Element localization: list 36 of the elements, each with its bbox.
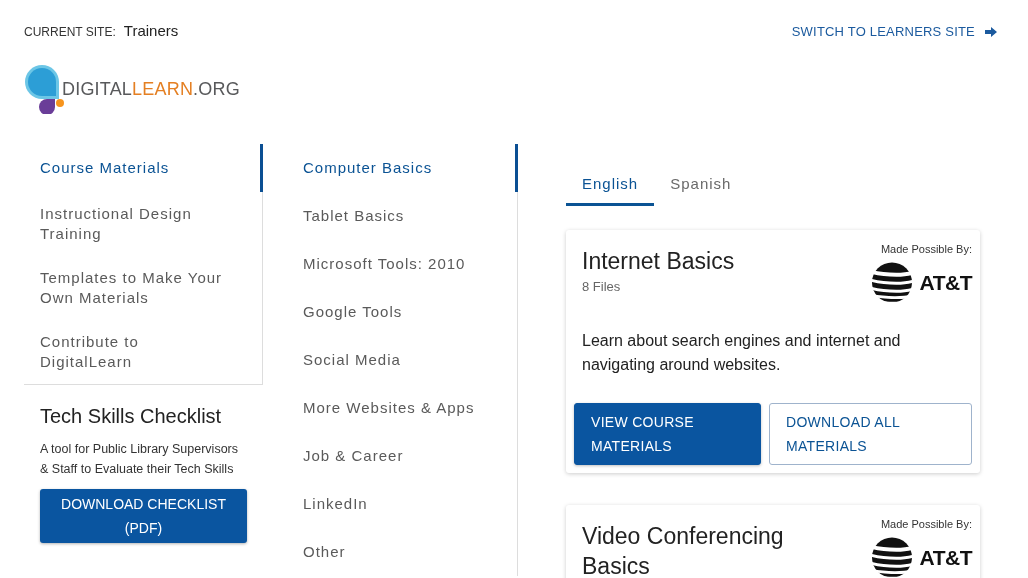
sidebar-nav-item[interactable]: Instructional Design Training — [24, 192, 263, 256]
arrow-right-icon — [985, 26, 997, 37]
striped-globe-icon — [871, 262, 912, 303]
sidebar-nav-item[interactable]: Course Materials — [24, 144, 263, 192]
current-site-name: Trainers — [123, 21, 179, 39]
sponsor-label: Made Possible By: — [880, 517, 972, 531]
sponsor-label: Made Possible By: — [880, 242, 972, 256]
category-nav-item[interactable]: Computer Basics — [263, 144, 518, 192]
file-count: 8 Files — [582, 278, 622, 296]
sidebar-nav-item[interactable]: Contribute to DigitalLearn — [24, 320, 263, 384]
category-nav-item[interactable]: Microsoft Tools: 2010 — [263, 240, 518, 288]
download-checklist-button[interactable]: DOWNLOAD CHECKLIST (PDF) — [40, 489, 247, 543]
category-nav-item[interactable]: Tablet Basics — [263, 192, 518, 240]
category-nav-item[interactable]: LinkedIn — [263, 480, 518, 528]
category-nav-item[interactable]: Social Media — [263, 336, 518, 384]
switch-site-link[interactable]: SWITCH TO LEARNERS SITE — [791, 24, 997, 39]
category-nav-item[interactable]: More Websites & Apps — [263, 384, 518, 432]
striped-globe-icon — [871, 537, 912, 578]
view-materials-button[interactable]: VIEW COURSE MATERIALS — [574, 403, 761, 465]
logo-text[interactable]: DIGITALLEARN.ORG — [62, 78, 240, 100]
language-tab[interactable]: English — [566, 162, 655, 206]
checklist-description: A tool for Public Library Supervisors & Staff to Evaluate their Tech Skills — [40, 441, 239, 478]
category-nav-item[interactable]: Other — [263, 528, 518, 576]
category-nav-item[interactable]: Job & Career — [263, 432, 518, 480]
download-all-button[interactable]: DOWNLOAD ALL MATERIALS — [769, 403, 972, 465]
current-site-label: CURRENT SITE: — [24, 24, 116, 39]
course-description: Learn about search engines and internet and navigating around websites. — [581, 331, 902, 375]
sponsor-name: AT&T — [919, 270, 972, 295]
checklist-title: Tech Skills Checklist — [40, 404, 223, 428]
sidebar-nav-item[interactable]: Templates to Make Your Own Materials — [24, 256, 263, 320]
language-tab[interactable]: Spanish — [654, 162, 748, 206]
course-title: Video Conferencing Basics — [582, 522, 785, 578]
category-nav-item[interactable]: Google Tools — [263, 288, 518, 336]
course-title: Internet Basics — [582, 247, 735, 276]
bubble-logo-icon[interactable] — [24, 64, 64, 114]
sponsor-name: AT&T — [919, 545, 972, 570]
